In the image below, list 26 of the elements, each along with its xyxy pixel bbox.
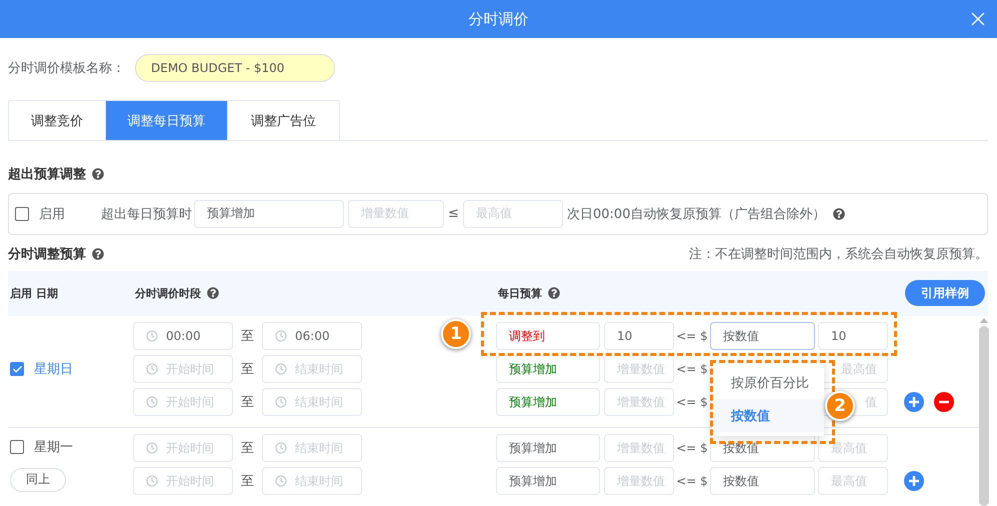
window-title: 分时调价	[468, 10, 528, 28]
to-label: 至	[240, 394, 255, 411]
operator-label: <= $	[675, 362, 709, 376]
template-label: 分时调价模板名称：	[8, 60, 125, 77]
checkbox-label: 启用	[39, 206, 66, 223]
operator-label: ≤	[447, 206, 460, 222]
to-label: 至	[240, 440, 255, 457]
to-label: 至	[240, 328, 255, 345]
to-label: 至	[240, 361, 255, 378]
operator-label: <= $	[675, 395, 709, 409]
column-header: 分时调价时段	[135, 286, 201, 301]
section-title: 超出预算调整	[8, 166, 86, 183]
column-header: 启用 日期	[10, 286, 58, 301]
to-label: 至	[240, 473, 255, 490]
condition-label: 超出每日预算时	[101, 206, 192, 223]
template-name: DEMO BUDGET - $100	[135, 54, 335, 82]
column-header: 每日预算	[498, 286, 542, 301]
operator-label: <= $	[675, 329, 709, 343]
day-label: 星期日	[34, 361, 73, 378]
operator-label: <= $	[675, 441, 709, 455]
section-title: 分时调整预算	[8, 246, 86, 263]
callout-badge: 1	[441, 319, 471, 349]
day-label: 星期一	[34, 438, 73, 456]
operator-label: <= $	[675, 474, 709, 488]
restore-note: 次日00:00自动恢复原预算（广告组合除外）	[567, 206, 826, 223]
schedule-note: 注：不在调整时间范围内，系统会自动恢复原预算。	[689, 246, 988, 263]
